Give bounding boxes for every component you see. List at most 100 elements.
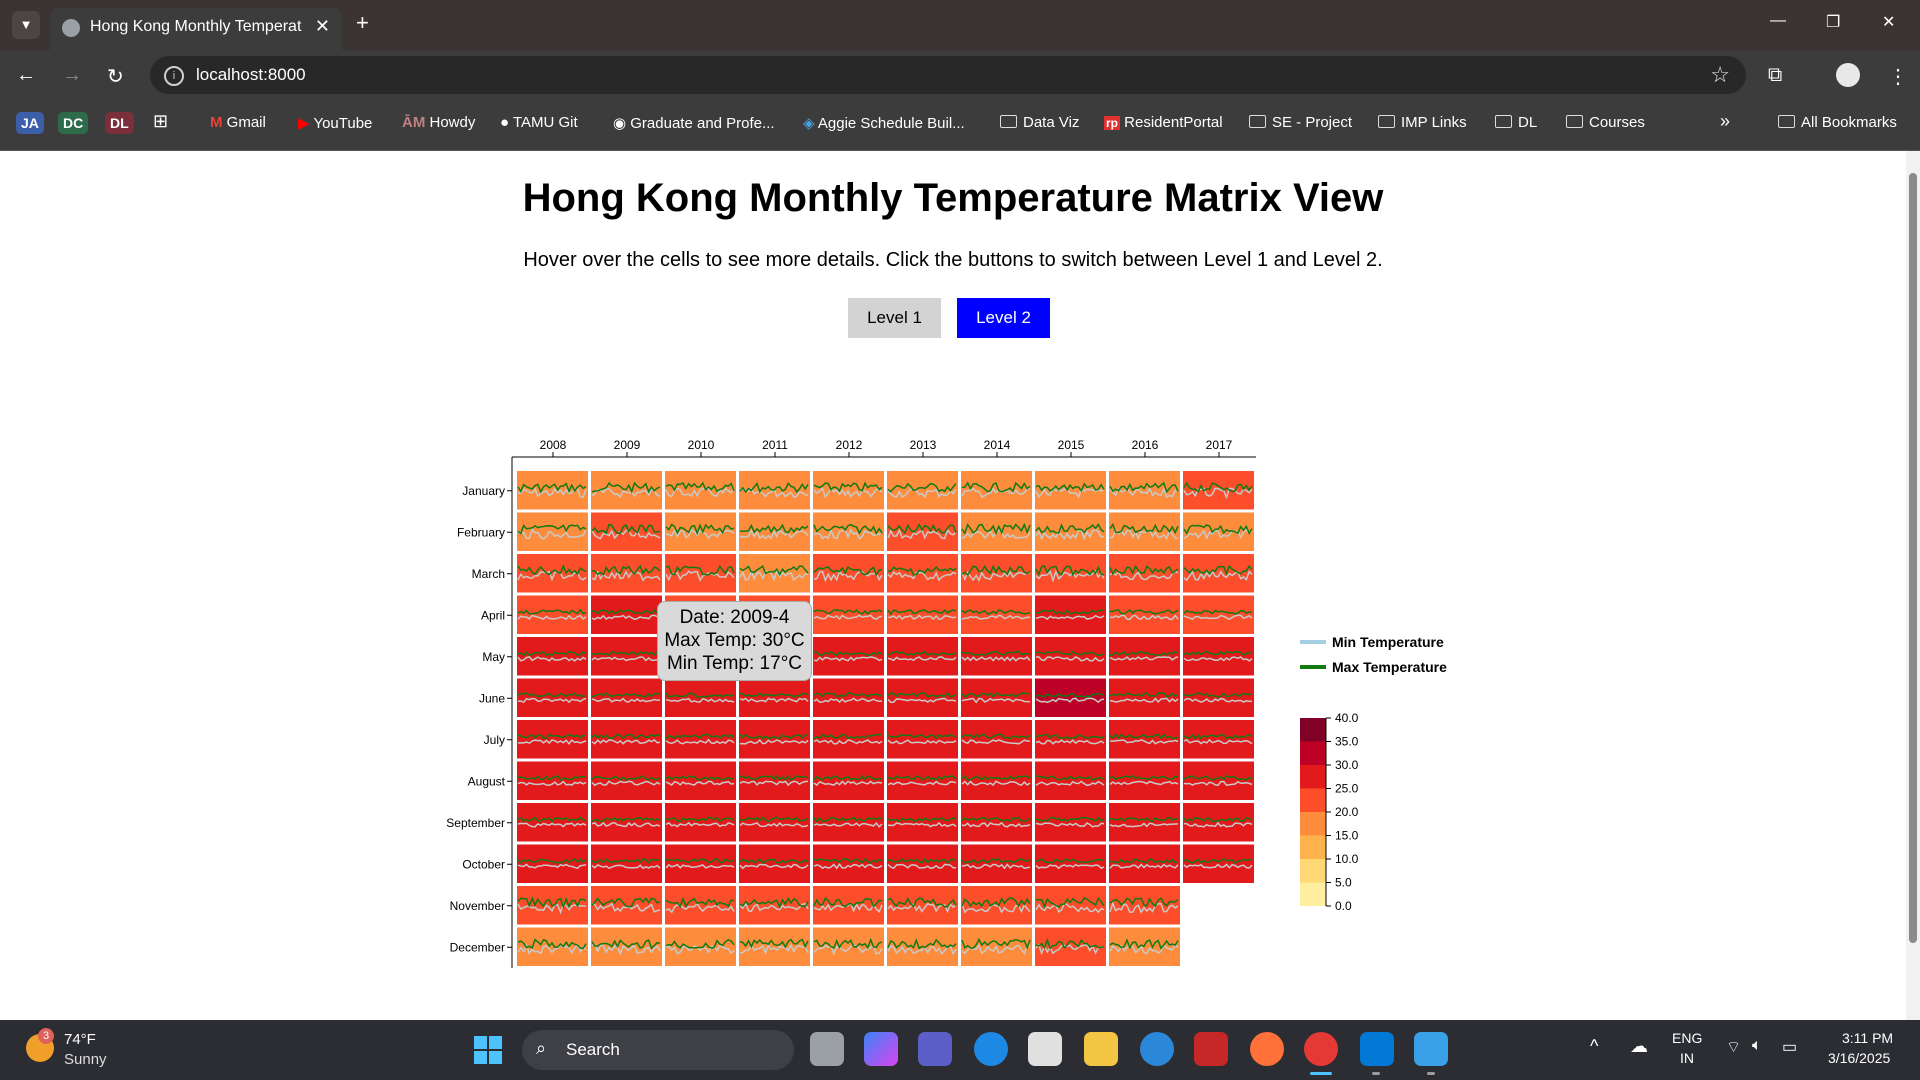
bookmark-ja[interactable]: JA [16, 112, 44, 134]
tab-title: Hong Kong Monthly Temperatu [90, 18, 302, 35]
clock-date[interactable]: 3/16/2025 [1828, 1050, 1890, 1066]
vertical-scrollbar[interactable] [1906, 151, 1920, 1020]
task-view-icon[interactable] [810, 1032, 844, 1066]
weather-desc[interactable]: Sunny [64, 1051, 107, 1068]
heatmap-cell [665, 803, 736, 842]
color-scale-swatch [1300, 788, 1326, 812]
edge-icon[interactable] [974, 1032, 1008, 1066]
heatmap-cell [591, 512, 662, 551]
bookmark-dl[interactable]: DL [105, 112, 134, 134]
scrollbar-thumb[interactable] [1909, 173, 1917, 943]
firefox-icon[interactable] [1250, 1032, 1284, 1066]
bookmark-dl-folder[interactable]: DL [1495, 114, 1537, 131]
bookmark-gmail[interactable]: M Gmail [210, 114, 266, 131]
folder-icon [1249, 115, 1266, 128]
minimize-button[interactable]: — [1770, 12, 1786, 30]
x-tick-label: 2013 [910, 438, 937, 452]
heatmap-cell [1183, 595, 1254, 634]
site-info-icon[interactable]: i [164, 66, 184, 86]
address-bar[interactable]: i localhost:8000 ☆ [150, 56, 1746, 94]
profile-avatar[interactable] [1836, 63, 1860, 87]
color-scale-swatch [1300, 718, 1326, 742]
heatmap-cell [517, 803, 588, 842]
wifi-icon[interactable]: ⌔ [1726, 1037, 1741, 1057]
chrome-icon[interactable] [1304, 1032, 1338, 1066]
weather-temp[interactable]: 74°F [64, 1031, 96, 1048]
color-scale-tick-label: 40.0 [1335, 711, 1359, 725]
bookmark-label: Graduate and Profe... [630, 115, 775, 132]
teams-icon[interactable] [918, 1032, 952, 1066]
bookmark-resident-portal[interactable]: rp ResidentPortal [1104, 114, 1223, 131]
extensions-icon[interactable]: ⧉ [1768, 64, 1782, 87]
bookmark-courses[interactable]: Courses [1566, 114, 1645, 131]
heatmap-cell [1035, 761, 1106, 800]
copilot-icon[interactable] [864, 1032, 898, 1066]
restore-button[interactable]: ❐ [1826, 12, 1840, 32]
reload-button[interactable]: ↻ [107, 64, 124, 89]
bookmark-data-viz[interactable]: Data Viz [1000, 114, 1079, 131]
more-bookmarks-icon[interactable]: » [1720, 111, 1730, 132]
onedrive-icon[interactable]: ☁ [1630, 1036, 1648, 1057]
bookmark-howdy[interactable]: ĀM Howdy [402, 114, 475, 131]
apps-grid-icon[interactable]: ⊞ [153, 111, 168, 132]
close-window-button[interactable]: ✕ [1882, 12, 1895, 32]
weather-badge: 3 [38, 1028, 54, 1044]
x-tick-label: 2017 [1206, 438, 1233, 452]
heatmap-cell [887, 844, 958, 883]
language-eng[interactable]: ENG [1672, 1030, 1702, 1046]
chrome-active-indicator [1310, 1072, 1332, 1075]
legend-line-label: Max Temperature [1332, 659, 1447, 675]
bookmark-tamu-git[interactable]: ● TAMU Git [500, 114, 578, 131]
color-scale-tick-label: 10.0 [1335, 852, 1359, 866]
close-tab-icon[interactable]: ✕ [315, 16, 330, 37]
url-text[interactable]: localhost:8000 [196, 65, 306, 85]
windows-start-icon[interactable] [474, 1036, 502, 1064]
volume-icon[interactable]: 🔈︎ [1752, 1037, 1762, 1055]
bookmark-imp-links[interactable]: IMP Links [1378, 114, 1467, 131]
heatmap-cell [961, 720, 1032, 759]
clock-time[interactable]: 3:11 PM [1842, 1030, 1893, 1046]
vscode-icon[interactable] [1360, 1032, 1394, 1066]
heatmap-cell [1183, 803, 1254, 842]
color-scale-swatch [1300, 765, 1326, 789]
y-tick-label: April [481, 608, 505, 622]
heatmap-cell [517, 761, 588, 800]
all-bookmarks[interactable]: All Bookmarks [1778, 114, 1897, 131]
tray-chevron-icon[interactable]: ^ [1590, 1036, 1598, 1057]
heatmap-cell [591, 720, 662, 759]
forward-button[interactable]: → [62, 64, 82, 87]
heatmap-cell [813, 803, 884, 842]
help-icon[interactable] [1140, 1032, 1174, 1066]
heatmap-cell [961, 595, 1032, 634]
battery-icon[interactable]: ▭ [1782, 1037, 1797, 1057]
photos-icon[interactable] [1414, 1032, 1448, 1066]
bookmark-star-icon[interactable]: ☆ [1710, 62, 1730, 88]
tab-search-menu-button[interactable]: ▼ [12, 11, 40, 39]
file-explorer-icon[interactable] [1084, 1032, 1118, 1066]
tamu-icon: ĀM [402, 114, 426, 131]
globe-icon [62, 19, 80, 37]
y-tick-label: May [482, 650, 505, 664]
heatmap-cell [1035, 844, 1106, 883]
back-button[interactable]: ← [16, 64, 36, 87]
bookmark-dc[interactable]: DC [58, 112, 89, 134]
taskbar-search[interactable]: ⌕ Search [522, 1030, 794, 1070]
new-tab-button[interactable]: + [356, 10, 369, 36]
heatmap-cell [1035, 637, 1106, 676]
heatmap-cell [1035, 595, 1106, 634]
x-tick-label: 2012 [836, 438, 863, 452]
bookmark-aggie-schedule[interactable]: ◈ Aggie Schedule Buil... [803, 114, 965, 132]
mcafee-icon[interactable] [1194, 1032, 1228, 1066]
store-icon[interactable] [1028, 1032, 1062, 1066]
bookmark-youtube[interactable]: ▶ YouTube [298, 114, 372, 132]
bookmark-graduate[interactable]: ◉ Graduate and Profe... [613, 114, 775, 132]
heatmap-cell [1109, 595, 1180, 634]
browser-tab[interactable]: Hong Kong Monthly Temperatu ✕ [50, 8, 342, 50]
heatmap-cell [1035, 803, 1106, 842]
photos-running-indicator [1427, 1072, 1435, 1075]
bookmark-se-project[interactable]: SE - Project [1249, 114, 1352, 131]
menu-kebab-icon[interactable]: ⋮ [1888, 64, 1908, 89]
language-in[interactable]: IN [1680, 1050, 1694, 1066]
y-tick-label: June [479, 691, 505, 705]
heatmap-cell [961, 637, 1032, 676]
